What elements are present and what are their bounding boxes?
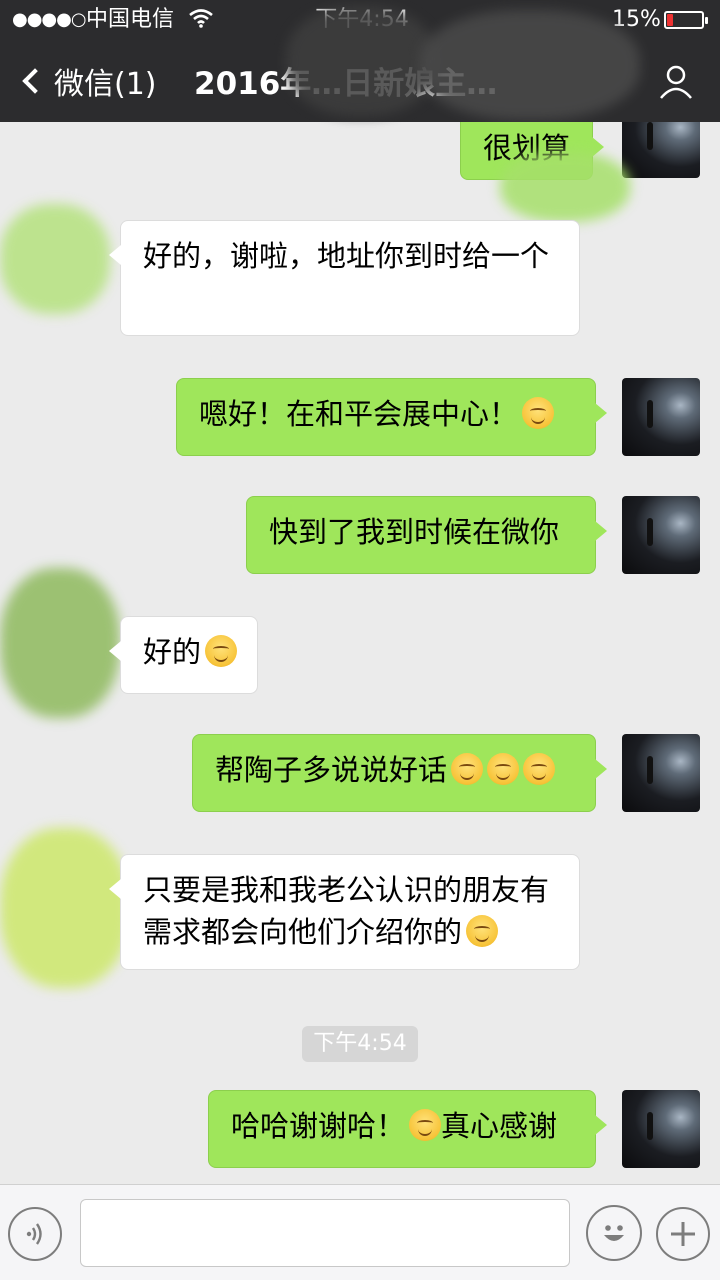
grin-emoji-icon — [205, 635, 238, 667]
top-bar: ●●●●○ 中国电信 下午4:54 15% 微信(1) 2016年…日新娘主… — [0, 0, 720, 122]
message-text: 帮陶子多说说好话 — [215, 753, 448, 787]
my-avatar[interactable] — [622, 1090, 700, 1168]
emoji-icon — [604, 1225, 624, 1241]
message-bubble-mine[interactable]: 嗯好！在和平会展中心！ — [176, 378, 607, 456]
back-label: 微信(1) — [54, 67, 157, 102]
smile-emoji-icon — [487, 753, 520, 785]
signal-strength: ●●●●○ — [12, 9, 87, 30]
smile-emoji-icon — [451, 753, 484, 785]
blush-emoji-icon — [466, 915, 499, 947]
scribble-redaction — [500, 152, 630, 222]
message-text: 好的 — [143, 635, 202, 669]
input-bar — [0, 1184, 720, 1280]
message-bubble-theirs[interactable]: 好的 — [109, 616, 258, 694]
message-text: 快到了我到时候在微你 — [269, 515, 560, 549]
message-text: 嗯好！在和平会展中心！ — [199, 397, 519, 431]
smile-emoji-icon — [523, 753, 556, 785]
voice-button[interactable] — [8, 1207, 62, 1261]
message-bubble-mine[interactable]: 哈哈谢谢哈！ 真心感谢 — [208, 1090, 607, 1168]
message-bubble-theirs[interactable]: 只要是我和我老公认识的朋友有需求都会向他们介绍你的 — [109, 854, 580, 970]
voice-icon — [26, 1223, 42, 1245]
message-text: 哈哈谢谢哈！ — [231, 1109, 406, 1143]
person-icon[interactable] — [656, 62, 696, 102]
smile-emoji-icon — [522, 397, 555, 429]
message-text: 真心感谢 — [441, 1109, 558, 1143]
scribble-redaction — [0, 828, 130, 988]
chat-area[interactable]: 很划算 好的，谢啦，地址你到时给一个 嗯好！在和平会展中心！ 快到了我到时候在微… — [0, 122, 720, 1184]
message-input[interactable] — [80, 1199, 570, 1267]
smile-emoji-icon — [409, 1109, 442, 1141]
back-button[interactable]: 微信(1) — [20, 56, 157, 106]
my-avatar[interactable] — [622, 122, 700, 178]
message-bubble-mine[interactable]: 帮陶子多说说好话 — [192, 734, 607, 812]
message-text: 好的，谢啦，地址你到时给一个 — [143, 239, 550, 273]
scribble-redaction — [286, 6, 436, 116]
my-avatar[interactable] — [622, 378, 700, 456]
emoji-button[interactable] — [586, 1205, 642, 1261]
plus-icon — [671, 1222, 695, 1246]
plus-button[interactable] — [656, 1207, 710, 1261]
scribble-redaction — [420, 10, 640, 120]
scribble-redaction — [0, 568, 120, 718]
my-avatar[interactable] — [622, 496, 700, 574]
wifi-icon — [188, 0, 214, 40]
scribble-redaction — [0, 204, 110, 314]
message-bubble-theirs[interactable]: 好的，谢啦，地址你到时给一个 — [109, 220, 580, 336]
chevron-left-icon — [22, 68, 48, 94]
carrier-name: 中国电信 — [86, 7, 175, 32]
battery-icon — [664, 11, 708, 29]
my-avatar[interactable] — [622, 734, 700, 812]
time-divider: 下午4:54 — [302, 1026, 418, 1062]
message-bubble-mine[interactable]: 快到了我到时候在微你 — [246, 496, 607, 574]
